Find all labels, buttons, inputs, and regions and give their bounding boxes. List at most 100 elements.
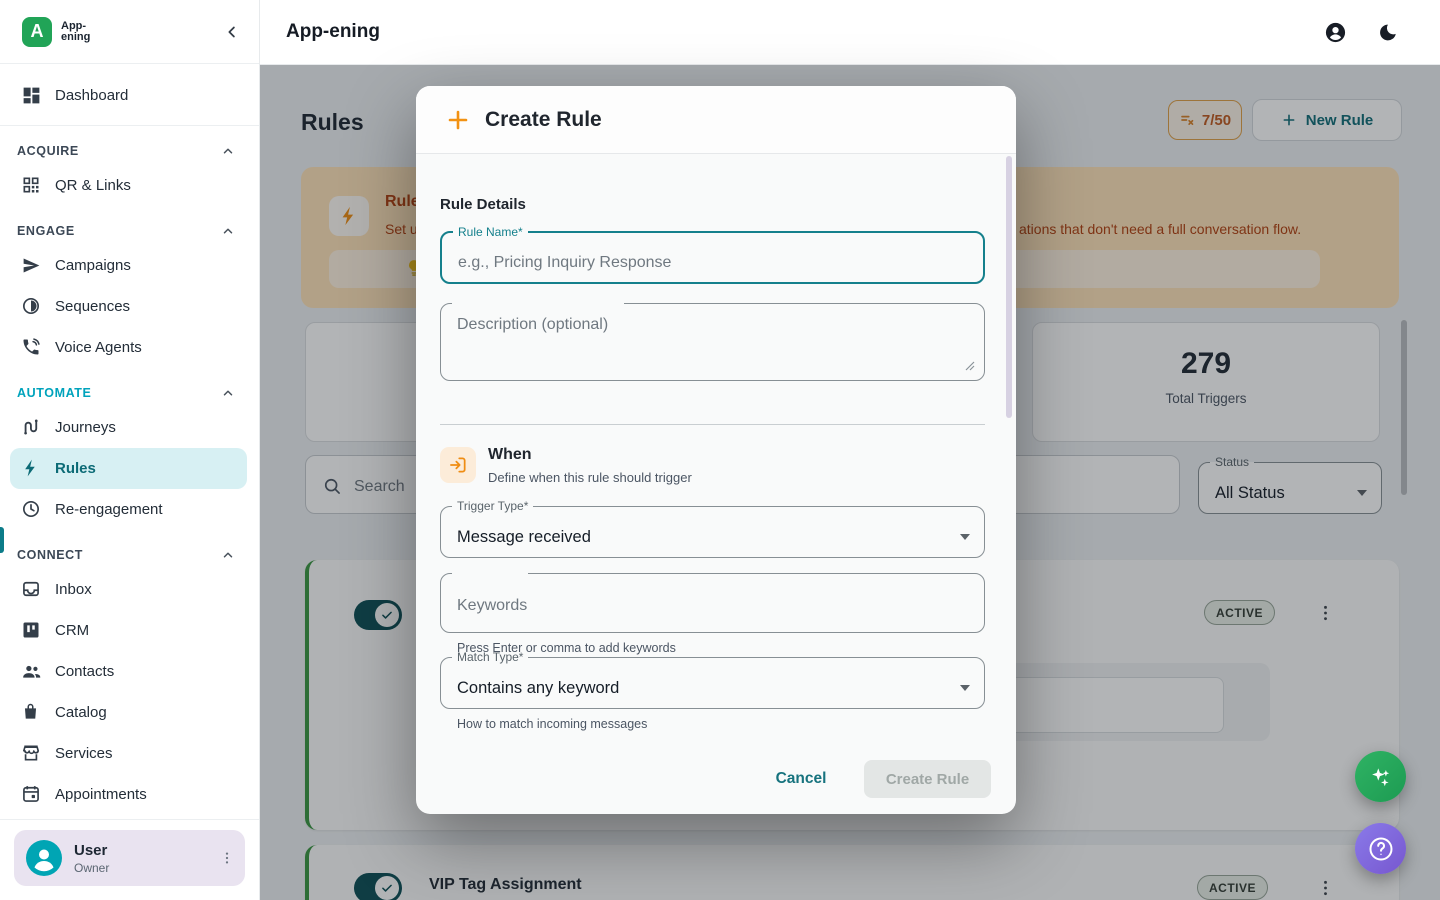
services-icon xyxy=(21,743,42,764)
sidebar-item-label: Sequences xyxy=(55,298,130,315)
help-icon xyxy=(1367,835,1395,863)
sidebar-item-label: Inbox xyxy=(55,581,92,598)
campaigns-icon xyxy=(21,255,42,276)
sidebar-item-label: Services xyxy=(55,745,113,762)
sidebar-item-crm[interactable]: CRM xyxy=(0,610,259,651)
divider xyxy=(440,424,985,425)
sidebar-item-label: Re-engagement xyxy=(55,501,163,518)
app-screen: A App- ening Dashboard ACQUIRE xyxy=(0,0,1440,900)
modal-scrollbar[interactable] xyxy=(1006,156,1012,418)
sidebar-item-label: Dashboard xyxy=(55,87,128,104)
sidebar-header: A App- ening xyxy=(0,0,259,64)
modal-header: Create Rule xyxy=(416,86,1016,154)
help-button[interactable] xyxy=(1355,823,1406,874)
sidebar-item-journeys[interactable]: Journeys xyxy=(0,407,259,448)
sidebar-item-inbox[interactable]: Inbox xyxy=(0,569,259,610)
collapse-sidebar-icon[interactable] xyxy=(223,23,241,41)
rule-name-label: Rule Name* xyxy=(453,225,528,239)
sidebar-nav: Dashboard ACQUIRE QR & Links ENGAGE xyxy=(0,64,259,819)
app-logo-icon: A xyxy=(22,17,52,47)
sidebar-item-label: QR & Links xyxy=(55,177,131,194)
keywords-input[interactable] xyxy=(457,579,968,632)
app-title: App-ening xyxy=(286,21,380,43)
topbar: App-ening xyxy=(260,0,1440,65)
sidebar-item-label: Appointments xyxy=(55,786,147,803)
voice-agents-icon xyxy=(21,337,42,358)
user-card[interactable]: User Owner xyxy=(14,830,245,886)
moon-icon[interactable] xyxy=(1377,22,1398,43)
sidebar-item-campaigns[interactable]: Campaigns xyxy=(0,245,259,286)
account-icon[interactable] xyxy=(1324,21,1347,44)
sidebar-section-automate[interactable]: AUTOMATE xyxy=(0,368,259,407)
sidebar-item-qr-links[interactable]: QR & Links xyxy=(0,165,259,206)
trigger-type-select[interactable]: Trigger Type* Message received xyxy=(440,499,985,558)
match-type-value: Contains any keyword xyxy=(457,669,619,708)
sidebar-item-label: CRM xyxy=(55,622,89,639)
rule-name-input[interactable] xyxy=(458,244,967,282)
section-label: CONNECT xyxy=(17,548,83,562)
sequences-icon xyxy=(21,296,42,317)
match-type-label: Match Type* xyxy=(452,650,528,664)
chevron-up-icon xyxy=(221,224,235,238)
sidebar-item-dashboard[interactable]: Dashboard xyxy=(0,72,259,118)
plus-icon xyxy=(446,108,470,132)
resize-handle-icon[interactable] xyxy=(965,361,975,371)
match-type-helper: How to match incoming messages xyxy=(457,717,647,731)
user-meta: User Owner xyxy=(74,842,109,875)
rule-details-heading: Rule Details xyxy=(440,196,526,213)
chevron-up-icon xyxy=(221,548,235,562)
journeys-icon xyxy=(21,417,42,438)
sidebar-item-label: Voice Agents xyxy=(55,339,142,356)
user-role: Owner xyxy=(74,861,109,875)
sidebar-section-engage[interactable]: ENGAGE xyxy=(0,206,259,245)
sidebar-section-connect[interactable]: CONNECT xyxy=(0,530,259,569)
active-indicator xyxy=(0,527,4,553)
logo-line1: App- xyxy=(61,21,90,32)
sidebar-item-label: Journeys xyxy=(55,419,116,436)
when-subtitle: Define when this rule should trigger xyxy=(488,470,692,485)
section-label: AUTOMATE xyxy=(17,386,91,400)
description-input[interactable] xyxy=(457,316,968,370)
sidebar-item-label: Rules xyxy=(55,460,96,477)
sidebar-section-acquire[interactable]: ACQUIRE xyxy=(0,126,259,165)
user-menu-kebab-icon[interactable] xyxy=(219,850,235,866)
contacts-icon xyxy=(21,661,42,682)
sidebar-item-rules[interactable]: Rules xyxy=(10,448,247,489)
user-avatar xyxy=(26,840,62,876)
crm-icon xyxy=(21,620,42,641)
rule-name-field[interactable]: Rule Name* xyxy=(440,225,985,284)
catalog-icon xyxy=(21,702,42,723)
sidebar-item-contacts[interactable]: Contacts xyxy=(0,651,259,692)
sidebar-item-voice-agents[interactable]: Voice Agents xyxy=(0,327,259,368)
sidebar-item-catalog[interactable]: Catalog xyxy=(0,692,259,733)
sidebar-item-appointments[interactable]: Appointments xyxy=(0,774,259,815)
dashboard-icon xyxy=(21,85,42,106)
rules-icon xyxy=(21,458,42,479)
trigger-type-label: Trigger Type* xyxy=(452,499,533,513)
chevron-up-icon xyxy=(221,386,235,400)
app-logo-text: App- ening xyxy=(61,21,90,43)
create-rule-modal: Create Rule Rule Details Rule Name* When… xyxy=(416,86,1016,814)
keywords-field[interactable] xyxy=(440,573,985,633)
match-type-select[interactable]: Match Type* Contains any keyword xyxy=(440,650,985,709)
create-rule-submit-button[interactable]: Create Rule xyxy=(864,760,991,798)
topbar-icons xyxy=(1324,21,1398,44)
sidebar-item-re-engagement[interactable]: Re-engagement xyxy=(0,489,259,530)
inbox-icon xyxy=(21,579,42,600)
sparkles-icon xyxy=(1368,764,1394,790)
chevron-up-icon xyxy=(221,144,235,158)
sidebar-item-label: Contacts xyxy=(55,663,114,680)
description-field[interactable] xyxy=(440,303,985,381)
when-icon xyxy=(440,447,476,483)
sidebar-item-label: Campaigns xyxy=(55,257,131,274)
trigger-type-value: Message received xyxy=(457,518,591,557)
sidebar-item-sequences[interactable]: Sequences xyxy=(0,286,259,327)
section-label: ACQUIRE xyxy=(17,144,79,158)
cancel-button[interactable]: Cancel xyxy=(768,764,834,794)
sidebar-item-services[interactable]: Services xyxy=(0,733,259,774)
logo-line2: ening xyxy=(61,32,90,43)
ai-assistant-button[interactable] xyxy=(1355,751,1406,802)
caret-down-icon xyxy=(960,685,970,691)
appointments-icon xyxy=(21,784,42,805)
sidebar-item-label: Catalog xyxy=(55,704,107,721)
